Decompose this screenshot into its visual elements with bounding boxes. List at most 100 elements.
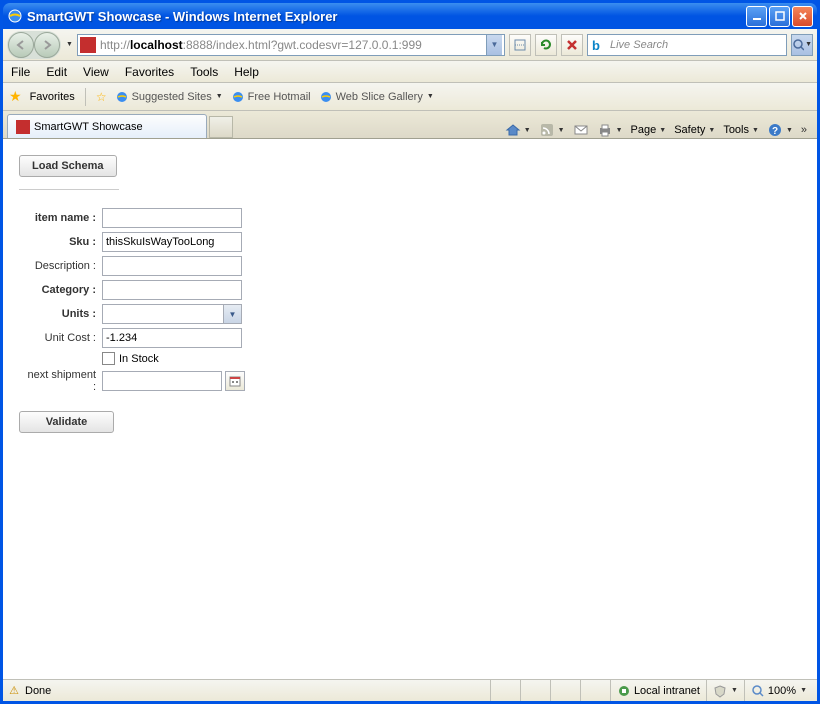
search-dropdown-icon: ▼: [805, 41, 812, 48]
chevron-down-icon: ▼: [708, 127, 715, 134]
sku-field[interactable]: [102, 232, 242, 252]
chevron-down-icon: ▼: [216, 93, 223, 100]
chevron-down-icon: ▼: [659, 127, 666, 134]
category-label: Category :: [19, 278, 99, 302]
description-field[interactable]: [102, 256, 242, 276]
separator: [19, 189, 119, 190]
star-add-icon[interactable]: ☆: [96, 90, 107, 104]
shield-icon: [713, 684, 727, 698]
form: item name : Sku : Description : Category…: [19, 206, 248, 395]
new-tab-button[interactable]: [209, 116, 233, 138]
warning-icon: ⚠: [7, 684, 21, 698]
chevron-down-icon: ▼: [223, 305, 241, 323]
page-torn-icon: [513, 38, 527, 52]
stop-icon: [566, 39, 578, 51]
read-mail-button[interactable]: [573, 122, 589, 138]
window-inner: ▼ http://localhost:8888/index.html?gwt.c…: [3, 29, 817, 701]
menu-help[interactable]: Help: [234, 65, 259, 79]
unit-cost-label: Unit Cost :: [19, 326, 99, 350]
search-placeholder: Live Search: [610, 39, 668, 51]
stop-button[interactable]: [561, 34, 583, 56]
suggested-sites-link[interactable]: Suggested Sites ▼: [115, 90, 223, 104]
checkbox-icon: [102, 352, 115, 365]
help-button[interactable]: ? ▼: [767, 122, 793, 138]
star-icon: ★: [9, 88, 22, 105]
tab-title: SmartGWT Showcase: [34, 121, 143, 133]
mail-icon: [573, 122, 589, 138]
home-button[interactable]: ▼: [505, 122, 531, 138]
unit-cost-field[interactable]: [102, 328, 242, 348]
status-segment: [490, 680, 520, 701]
chevron-down-icon: ▼: [427, 93, 434, 100]
window-controls: [746, 6, 813, 27]
address-bar[interactable]: http://localhost:8888/index.html?gwt.cod…: [77, 34, 505, 56]
search-box[interactable]: b Live Search: [587, 34, 787, 56]
page-menu[interactable]: Page ▼: [631, 124, 667, 136]
ie-icon: [7, 8, 23, 24]
units-select[interactable]: ▼: [102, 304, 242, 324]
compat-view-button[interactable]: [509, 34, 531, 56]
favorites-button[interactable]: Favorites: [30, 91, 75, 103]
menu-bar: File Edit View Favorites Tools Help: [3, 61, 817, 83]
browser-window: SmartGWT Showcase - Windows Internet Exp…: [0, 0, 820, 704]
status-segment: [520, 680, 550, 701]
ie-small-icon: [319, 90, 333, 104]
load-schema-button[interactable]: Load Schema: [19, 155, 117, 177]
nav-history-dropdown[interactable]: ▼: [66, 41, 73, 48]
menu-favorites[interactable]: Favorites: [125, 65, 174, 79]
close-button[interactable]: [792, 6, 813, 27]
overflow-chevron[interactable]: »: [801, 124, 807, 136]
forward-button[interactable]: [34, 32, 60, 58]
next-shipment-label: next shipment :: [19, 367, 99, 395]
chevron-down-icon: ▼: [616, 127, 623, 134]
home-icon: [505, 122, 521, 138]
date-picker-button[interactable]: [225, 371, 245, 391]
maximize-button[interactable]: [769, 6, 790, 27]
category-field[interactable]: [102, 280, 242, 300]
units-label: Units :: [19, 302, 99, 326]
next-shipment-field[interactable]: [102, 371, 222, 391]
print-button[interactable]: ▼: [597, 122, 623, 138]
chevron-down-icon: ▼: [524, 127, 531, 134]
search-button[interactable]: ▼: [791, 34, 813, 56]
tab-bar: SmartGWT Showcase ▼ ▼ ▼: [3, 111, 817, 139]
chevron-down-icon: ▼: [558, 127, 565, 134]
bing-icon: b: [592, 38, 606, 52]
chevron-down-icon: ▼: [786, 127, 793, 134]
ie-small-icon: [115, 90, 129, 104]
in-stock-checkbox[interactable]: In Stock: [102, 352, 245, 365]
favorites-bar: ★ Favorites ☆ Suggested Sites ▼ Free Hot…: [3, 83, 817, 111]
feeds-button[interactable]: ▼: [539, 122, 565, 138]
description-label: Description :: [19, 254, 99, 278]
titlebar: SmartGWT Showcase - Windows Internet Exp…: [3, 3, 817, 29]
help-icon: ?: [767, 122, 783, 138]
safety-menu[interactable]: Safety ▼: [674, 124, 715, 136]
protected-mode[interactable]: ▼: [706, 680, 744, 701]
item-name-field[interactable]: [102, 208, 242, 228]
menu-file[interactable]: File: [11, 65, 30, 79]
refresh-button[interactable]: [535, 34, 557, 56]
menu-view[interactable]: View: [83, 65, 109, 79]
chevron-down-icon: ▼: [800, 687, 807, 694]
status-segment: [550, 680, 580, 701]
url-text: http://localhost:8888/index.html?gwt.cod…: [100, 38, 486, 52]
intranet-icon: [617, 684, 631, 698]
rss-icon: [539, 122, 555, 138]
menu-tools[interactable]: Tools: [190, 65, 218, 79]
tools-menu[interactable]: Tools ▼: [723, 124, 759, 136]
address-dropdown[interactable]: ▼: [486, 35, 502, 55]
zone-indicator[interactable]: Local intranet: [610, 680, 706, 701]
validate-button[interactable]: Validate: [19, 411, 114, 433]
zoom-control[interactable]: 100% ▼: [744, 680, 813, 701]
magnifier-icon: [751, 684, 765, 698]
nav-back-forward: [7, 31, 61, 59]
web-slice-link[interactable]: Web Slice Gallery ▼: [319, 90, 434, 104]
calendar-icon: [229, 375, 241, 387]
chevron-down-icon: ▼: [752, 127, 759, 134]
back-button[interactable]: [8, 32, 34, 58]
minimize-button[interactable]: [746, 6, 767, 27]
free-hotmail-link[interactable]: Free Hotmail: [231, 90, 311, 104]
tab-active[interactable]: SmartGWT Showcase: [7, 114, 207, 138]
menu-edit[interactable]: Edit: [46, 65, 67, 79]
chevron-down-icon: ▼: [731, 687, 738, 694]
